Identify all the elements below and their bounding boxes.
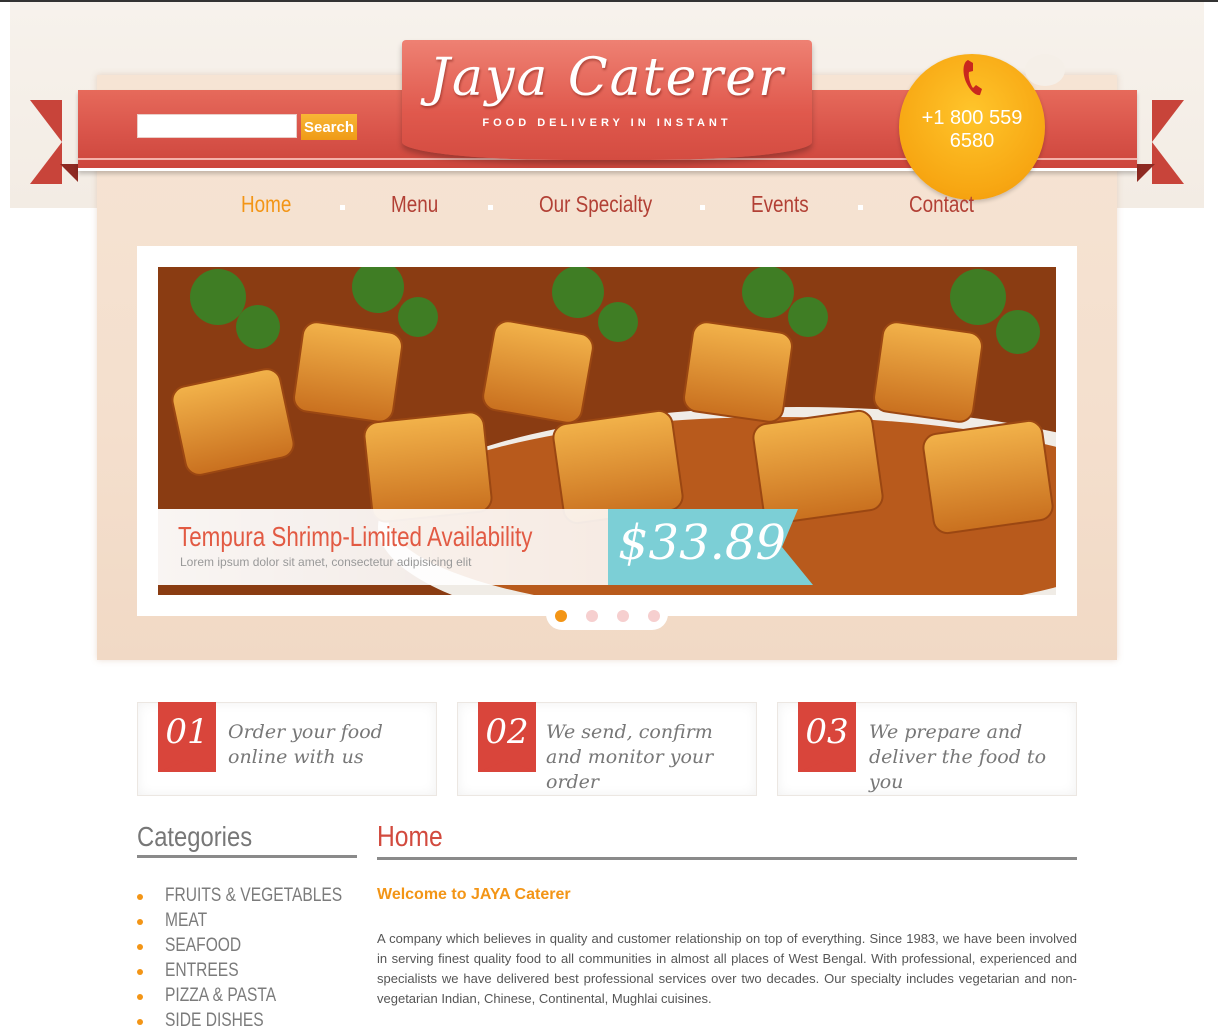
step-text: We prepare and deliver the food to you	[869, 721, 1047, 793]
slider-dot-3[interactable]	[617, 610, 629, 622]
ribbon-tail-right	[1152, 100, 1184, 184]
step-number: 02	[485, 712, 529, 752]
slider-dot-4[interactable]	[648, 610, 660, 622]
category-label[interactable]: ENTREES	[165, 960, 239, 982]
nav-separator	[858, 205, 863, 210]
search-button[interactable]: Search	[301, 114, 357, 140]
phone-icon	[963, 60, 982, 96]
nav-separator	[700, 205, 705, 210]
page-title-rule	[377, 857, 1077, 860]
nav-menu[interactable]: Menu	[391, 191, 438, 218]
intro-paragraph: A company which believes in quality and …	[377, 931, 1077, 1006]
phone-number[interactable]: +1 800 559 6580	[899, 107, 1045, 153]
nav-separator	[340, 205, 345, 210]
slide-caption-subtitle: Lorem ipsum dolor sit amet, consectetur …	[180, 555, 472, 569]
search-input[interactable]	[137, 114, 297, 138]
category-label[interactable]: MEAT	[165, 910, 207, 932]
phone-badge-bite	[1025, 54, 1065, 86]
bullet-icon	[137, 944, 143, 950]
nav-our-specialty[interactable]: Our Specialty	[539, 191, 652, 218]
bullet-icon	[137, 919, 143, 925]
bullet-icon	[137, 994, 143, 1000]
categories-heading: Categories	[137, 821, 253, 852]
step-number: 03	[805, 712, 849, 752]
slider-dot-1[interactable]	[555, 610, 567, 622]
categories-rule	[137, 855, 357, 858]
slider-dot-2[interactable]	[586, 610, 598, 622]
bullet-icon	[137, 894, 143, 900]
panel-zigzag-edge	[97, 652, 1117, 666]
nav-separator	[488, 205, 493, 210]
ribbon-fold-right	[1137, 164, 1155, 182]
category-label[interactable]: PIZZA & PASTA	[165, 985, 276, 1007]
page-title: Home	[377, 821, 443, 853]
site-logo-title[interactable]: Jaya Caterer	[402, 48, 812, 108]
nav-events[interactable]: Events	[751, 191, 809, 218]
welcome-heading: Welcome to JAYA Caterer	[377, 886, 571, 903]
nav-home[interactable]: Home	[241, 191, 291, 218]
step-text: Order your food online with us	[228, 721, 383, 768]
ribbon-tail-left	[30, 100, 62, 184]
category-label[interactable]: FRUITS & VEGETABLES	[165, 885, 342, 907]
nav-contact[interactable]: Contact	[909, 191, 974, 218]
site-tagline: FOOD DELIVERY IN INSTANT	[482, 117, 732, 129]
step-text: We send, confirm and monitor your order	[546, 721, 714, 793]
bullet-icon	[137, 1019, 143, 1025]
category-label[interactable]: SEAFOOD	[165, 935, 241, 957]
slide-caption-title: Tempura Shrimp-Limited Availability	[178, 521, 533, 552]
bullet-icon	[137, 969, 143, 975]
slide-price: $33.89	[618, 515, 786, 571]
ribbon-fold-left	[60, 164, 78, 182]
category-label[interactable]: SIDE DISHES	[165, 1010, 264, 1032]
step-number: 01	[165, 712, 209, 752]
